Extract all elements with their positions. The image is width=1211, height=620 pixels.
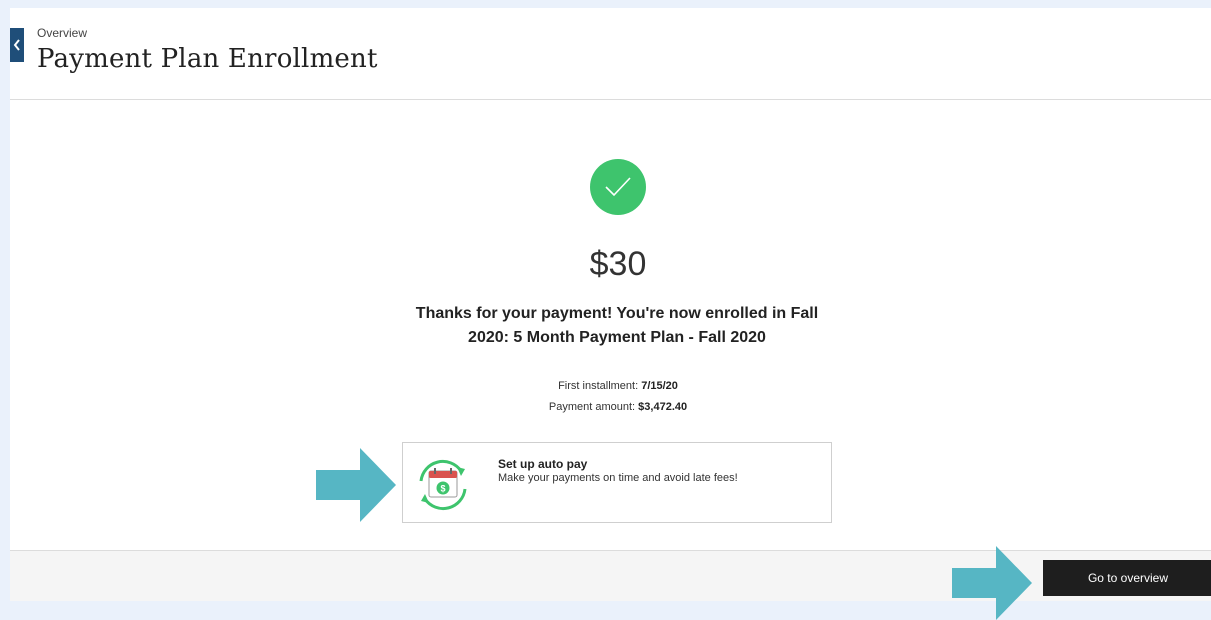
confirmation-message: Thanks for your payment! You're now enro…	[415, 305, 819, 346]
autopay-description: Make your payments on time and avoid lat…	[498, 472, 738, 484]
payment-amount-value: $3,472.40	[638, 401, 688, 413]
breadcrumb[interactable]: Overview	[37, 26, 87, 40]
calendar-dollar-autopay-icon: $	[419, 460, 467, 510]
autopay-card[interactable]: $ Set up auto pay Make your payments on …	[402, 442, 832, 523]
header-divider	[10, 99, 1211, 100]
payment-amount-label: Payment amount:	[548, 401, 636, 413]
payment-amount: $30	[589, 245, 647, 283]
go-to-overview-button[interactable]: Go to overview	[1043, 560, 1211, 596]
back-button[interactable]	[10, 28, 24, 62]
payment-amount-row: Payment amount: $3,472.40	[10, 397, 1211, 418]
arrow-right-icon	[316, 448, 396, 522]
chevron-left-icon	[13, 39, 20, 51]
autopay-title: Set up auto pay	[498, 457, 588, 471]
arrow-right-icon	[952, 546, 1032, 620]
success-checkmark-icon	[590, 159, 646, 215]
first-installment-value: 7/15/20	[641, 380, 678, 392]
installment-details: First installment: 7/15/20 Payment amoun…	[10, 376, 1211, 418]
first-installment-label: First installment:	[558, 380, 639, 392]
first-installment-row: First installment: 7/15/20	[10, 376, 1211, 397]
svg-text:$: $	[440, 484, 445, 494]
page: Overview Payment Plan Enrollment $30 Tha…	[10, 8, 1211, 601]
page-title: Payment Plan Enrollment	[37, 44, 378, 74]
